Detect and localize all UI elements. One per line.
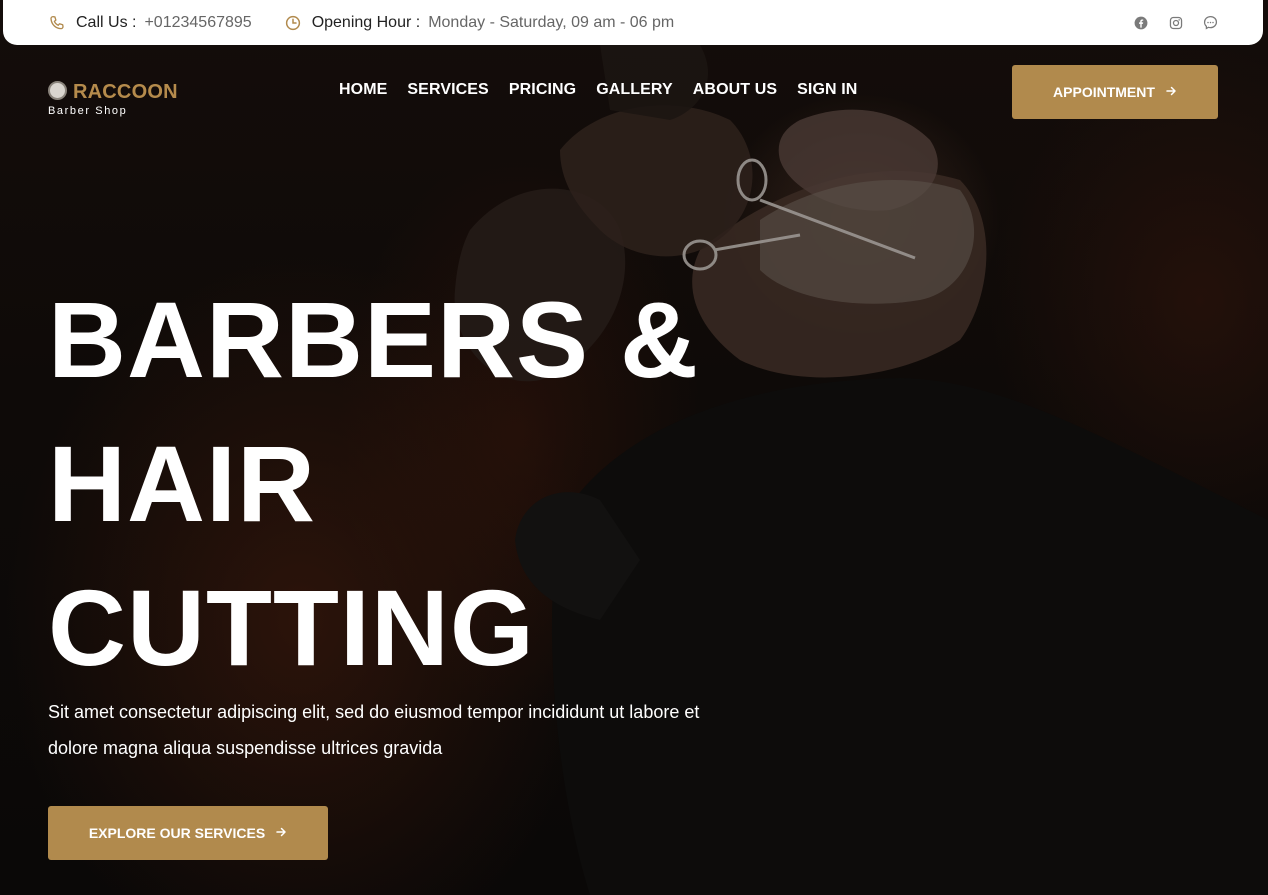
messenger-icon[interactable]	[1203, 15, 1218, 30]
opening-hours-value: Monday - Saturday, 09 am - 06 pm	[428, 13, 675, 31]
call-phone-number[interactable]: +01234567895	[144, 14, 251, 32]
appointment-button[interactable]: APPOINTMENT	[1012, 65, 1218, 119]
nav-item-gallery[interactable]: GALLERY	[596, 81, 673, 99]
hero-title: BARBERS & HAIR CUTTING	[48, 268, 808, 700]
instagram-icon[interactable]	[1168, 15, 1183, 30]
nav-item-about-us[interactable]: ABOUT US	[693, 81, 777, 99]
arrow-right-icon	[275, 825, 287, 841]
opening-hours-info: Opening Hour : Monday - Saturday, 09 am …	[284, 13, 675, 32]
brand-tagline: Barber Shop	[48, 105, 128, 117]
hero-title-line: CUTTING	[48, 567, 535, 688]
appointment-button-label: APPOINTMENT	[1053, 84, 1155, 100]
hero-description: Sit amet consectetur adipiscing elit, se…	[48, 702, 700, 758]
top-info-bar: Call Us : +01234567895 Opening Hour : Mo…	[3, 0, 1263, 45]
call-info: Call Us : +01234567895	[48, 14, 252, 32]
phone-icon	[48, 14, 66, 32]
opening-hours-label: Opening Hour :	[311, 13, 421, 31]
call-label: Call Us :	[76, 13, 137, 31]
nav-item-sign-in[interactable]: SIGN IN	[797, 81, 857, 99]
arrow-right-icon	[1165, 84, 1177, 100]
nav-item-services[interactable]: SERVICES	[407, 81, 488, 99]
social-links	[1133, 15, 1218, 30]
facebook-icon[interactable]	[1133, 15, 1148, 30]
raccoon-logo-icon	[48, 81, 67, 100]
clock-icon	[284, 14, 302, 32]
brand-name: RACCOON	[73, 81, 178, 103]
main-navigation: RACCOON Barber Shop HOME SERVICES PRICIN…	[0, 65, 1268, 119]
explore-services-button[interactable]: EXPLORE OUR SERVICES	[48, 806, 328, 860]
nav-menu: HOME SERVICES PRICING GALLERY ABOUT US S…	[339, 81, 857, 99]
nav-item-pricing[interactable]: PRICING	[509, 81, 576, 99]
nav-item-home[interactable]: HOME	[339, 81, 387, 99]
hero-title-line: HAIR	[48, 423, 316, 544]
explore-services-button-label: EXPLORE OUR SERVICES	[88, 825, 266, 841]
hero-title-line: BARBERS &	[48, 279, 700, 400]
